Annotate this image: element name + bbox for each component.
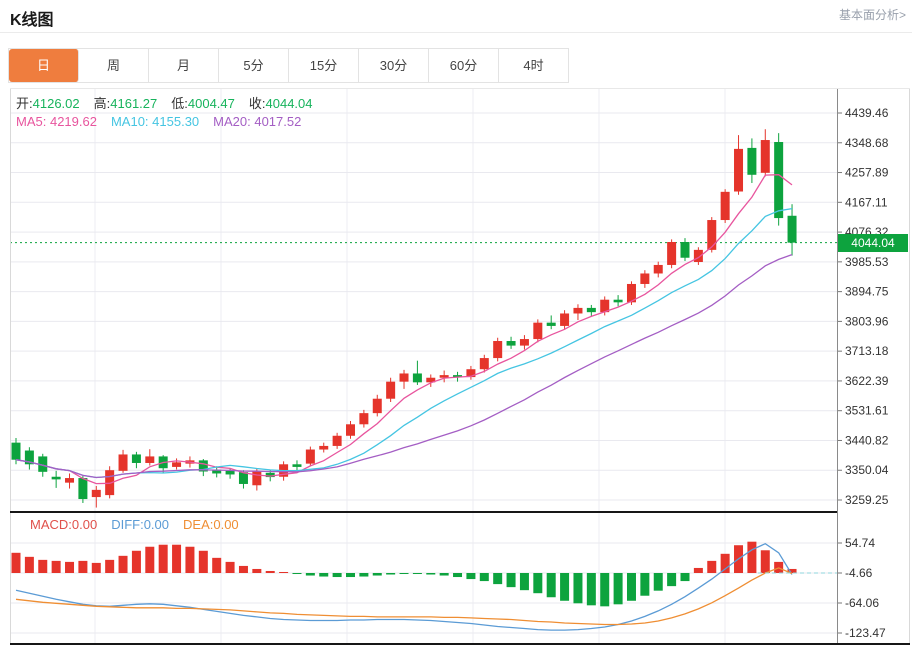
close-value: 4044.04: [265, 96, 313, 111]
page-title: K线图: [10, 12, 54, 29]
tab-4hour[interactable]: 4时: [499, 49, 568, 82]
svg-text:3985.53: 3985.53: [845, 255, 889, 269]
svg-text:-64.06: -64.06: [845, 596, 879, 610]
diff-label: DIFF:: [111, 517, 144, 532]
macd-label: MACD:: [30, 517, 72, 532]
tab-5min[interactable]: 5分: [219, 49, 289, 82]
svg-text:3803.96: 3803.96: [845, 314, 889, 328]
open-value: 4126.02: [32, 96, 80, 111]
svg-text:3531.61: 3531.61: [845, 404, 889, 418]
header-divider: [0, 32, 912, 33]
svg-text:3622.39: 3622.39: [845, 374, 889, 388]
ma5-label: MA5:: [16, 114, 50, 129]
dea-label: DEA:: [183, 517, 214, 532]
svg-text:3350.04: 3350.04: [845, 463, 889, 477]
tab-week[interactable]: 周: [79, 49, 149, 82]
tab-30min[interactable]: 30分: [359, 49, 429, 82]
svg-text:3713.18: 3713.18: [845, 344, 889, 358]
svg-text:4257.89: 4257.89: [845, 166, 889, 180]
current-price-badge: 4044.04: [838, 234, 908, 252]
tab-day[interactable]: 日: [9, 49, 79, 82]
high-value: 4161.27: [110, 96, 158, 111]
close-label: 收:: [248, 96, 266, 111]
interval-tab-strip: 日 周 月 5分 15分 30分 60分 4时: [8, 48, 569, 83]
svg-text:3894.75: 3894.75: [845, 285, 889, 299]
ma5-value: 4219.62: [49, 114, 97, 129]
svg-text:3259.25: 3259.25: [845, 493, 889, 507]
low-value: 4004.47: [187, 96, 235, 111]
fundamental-analysis-link[interactable]: 基本面分析>: [839, 6, 906, 23]
macd-legend: MACD:0.00 DIFF:0.00 DEA:0.00: [30, 517, 253, 532]
ma10-label: MA10:: [110, 114, 153, 129]
high-label: 高:: [93, 96, 111, 111]
svg-text:4348.68: 4348.68: [845, 136, 889, 150]
ma20-label: MA20:: [213, 114, 255, 129]
diff-value: 0.00: [143, 517, 170, 532]
dea-value: 0.00: [213, 517, 239, 532]
macd-value: 0.00: [71, 517, 98, 532]
svg-text:-123.47: -123.47: [845, 626, 886, 640]
tab-month[interactable]: 月: [149, 49, 219, 82]
open-label: 开:: [16, 96, 33, 111]
ma20-value: 4017.52: [254, 114, 302, 129]
svg-text:4167.11: 4167.11: [845, 195, 888, 209]
tab-15min[interactable]: 15分: [289, 49, 359, 82]
svg-text:54.74: 54.74: [845, 536, 875, 550]
ma-legend: MA5: 4219.62 MA10: 4155.30 MA20: 4017.52: [16, 114, 315, 129]
svg-text:3440.82: 3440.82: [845, 433, 889, 447]
tab-60min[interactable]: 60分: [429, 49, 499, 82]
svg-text:4439.46: 4439.46: [845, 106, 889, 120]
candlestick-chart[interactable]: 4439.464348.684257.894167.114076.323985.…: [0, 88, 912, 647]
kline-page: K线图 基本面分析> 日 周 月 5分 15分 30分 60分 4时 4439.…: [0, 0, 912, 647]
ohlc-legend: 开:4126.02 高:4161.27 低:4004.47 收:4044.04: [16, 93, 327, 112]
low-label: 低:: [171, 96, 188, 111]
ma10-value: 4155.30: [152, 114, 200, 129]
svg-text:-4.66: -4.66: [845, 566, 873, 580]
